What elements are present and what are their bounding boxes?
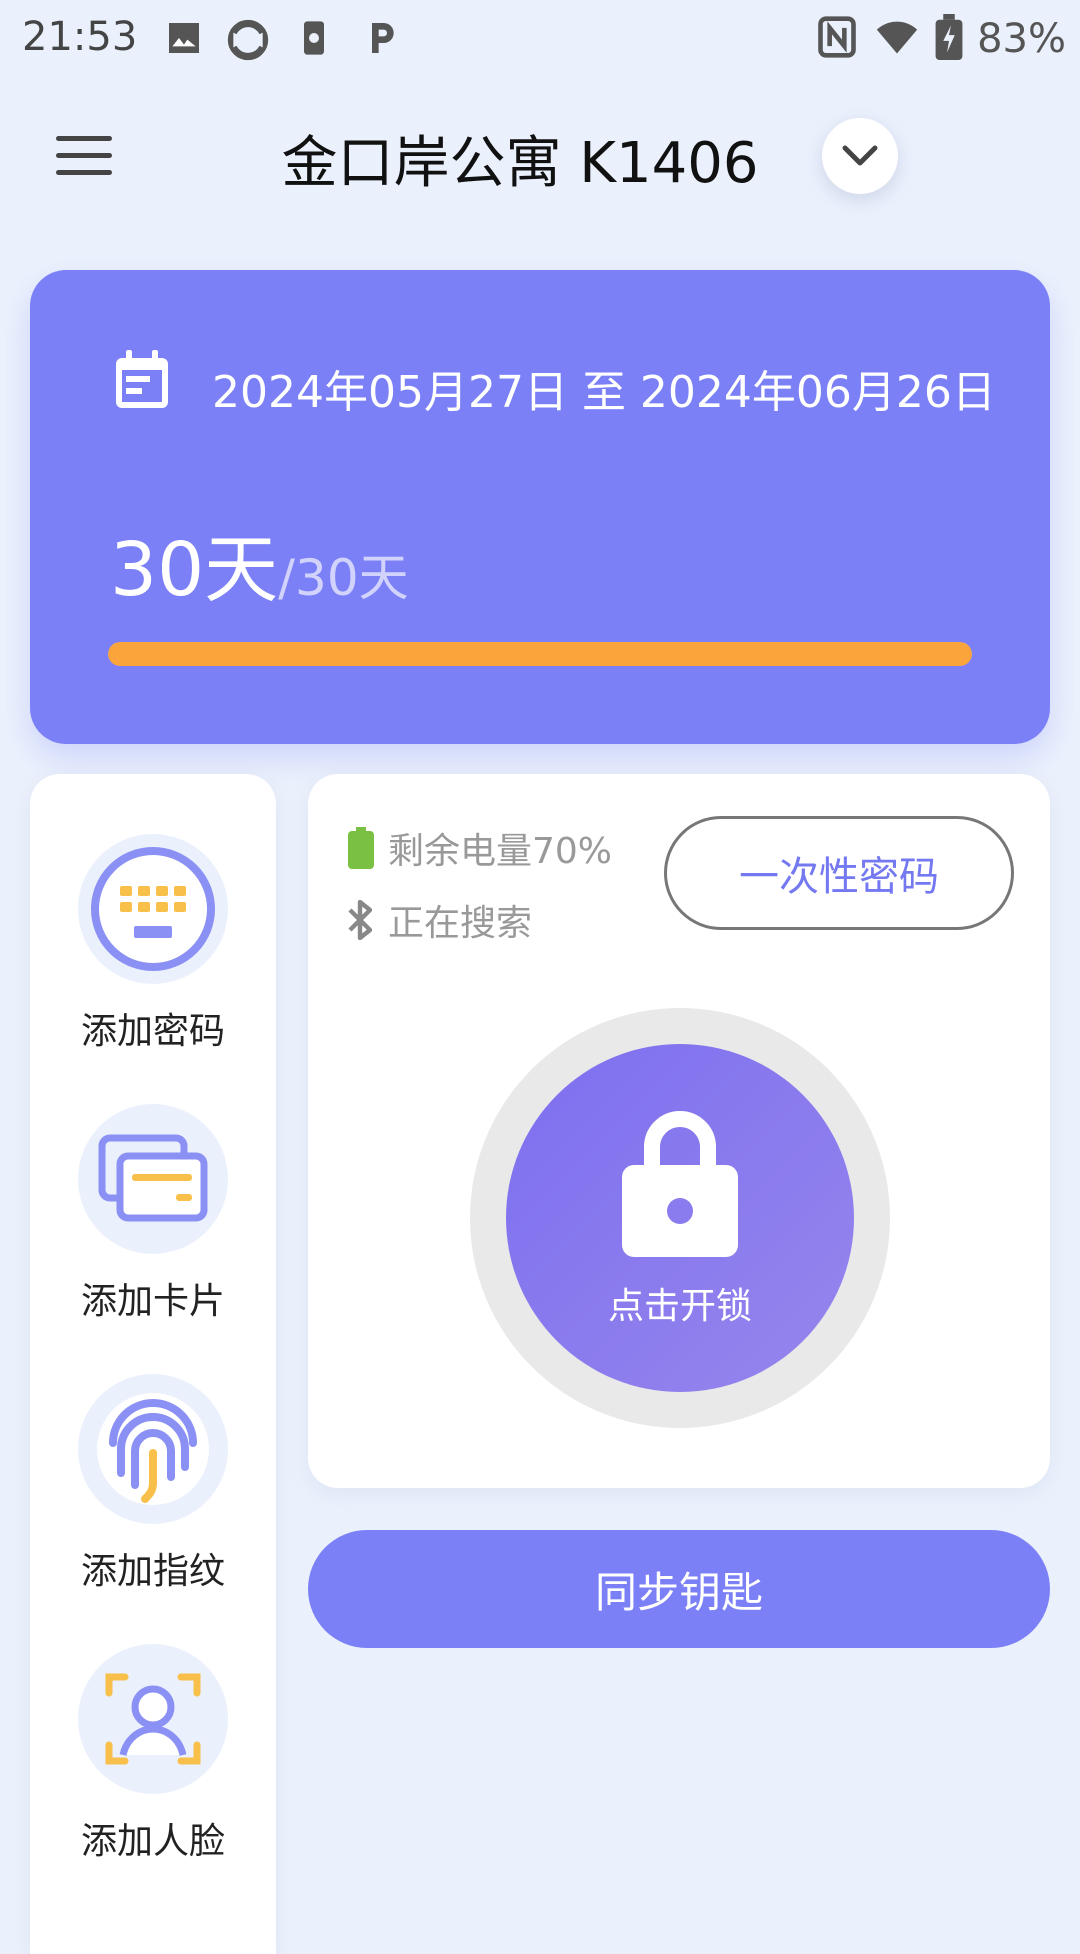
battery-percentage: 83% xyxy=(977,16,1066,62)
fingerprint-icon xyxy=(97,1393,209,1505)
face-icon xyxy=(105,1673,201,1765)
add-fingerprint-label: 添加指纹 xyxy=(80,1551,225,1592)
validity-card: 2024年05月27日 至 2024年06月26日 30天/30天 xyxy=(30,270,1050,744)
add-face-button[interactable]: 添加人脸 xyxy=(30,1644,276,1864)
card-icon xyxy=(98,1134,208,1222)
battery-text: 剩余电量70% xyxy=(388,831,613,872)
status-right: 83% xyxy=(815,14,1066,64)
add-fingerprint-button[interactable]: 添加指纹 xyxy=(30,1374,276,1594)
wifi-icon xyxy=(873,15,921,63)
days-remaining: 30天/30天 xyxy=(110,510,409,617)
add-face-label: 添加人脸 xyxy=(80,1821,225,1862)
progress-fill xyxy=(108,642,972,666)
add-card-button[interactable]: 添加卡片 xyxy=(30,1104,276,1324)
battery-icon xyxy=(348,827,374,869)
room-dropdown-button[interactable] xyxy=(822,118,898,194)
date-range: 2024年05月27日 至 2024年06月26日 xyxy=(212,367,996,418)
bluetooth-text: 正在搜索 xyxy=(388,903,533,944)
page-title: 金口岸公寓 K1406 xyxy=(281,131,759,196)
calendar-icon xyxy=(114,350,170,410)
status-time: 21:53 xyxy=(22,14,138,60)
nfc-icon xyxy=(815,15,859,63)
days-left: 30天 xyxy=(110,527,279,613)
menu-icon xyxy=(56,136,112,141)
status-bar: 21:53 83% xyxy=(0,0,1080,78)
bluetooth-icon xyxy=(348,900,372,940)
validity-progress-bar xyxy=(108,642,972,666)
battery-charging-icon xyxy=(935,14,963,64)
lock-card: 剩余电量70% 正在搜索 一次性密码 点击开锁 xyxy=(308,774,1050,1488)
sync-icon xyxy=(226,18,269,61)
bluetooth-status: 正在搜索 xyxy=(348,894,532,946)
add-password-button[interactable]: 添加密码 xyxy=(30,834,276,1054)
one-time-password-button[interactable]: 一次性密码 xyxy=(664,816,1014,930)
keypad-icon xyxy=(91,847,215,971)
lock-icon xyxy=(622,1111,738,1257)
sync-keys-button[interactable]: 同步钥匙 xyxy=(308,1530,1050,1648)
menu-button[interactable] xyxy=(56,136,112,180)
days-separator: / xyxy=(278,549,296,607)
days-total: 30天 xyxy=(295,549,409,607)
add-card-label: 添加卡片 xyxy=(80,1281,225,1322)
settings-phone-icon xyxy=(294,18,334,58)
lock-battery-status: 剩余电量70% xyxy=(348,822,612,874)
image-icon xyxy=(164,18,204,58)
chevron-down-icon xyxy=(842,145,878,166)
unlock-button[interactable]: 点击开锁 xyxy=(506,1044,854,1392)
unlock-label: 点击开锁 xyxy=(607,1286,752,1327)
action-panel: 添加密码 添加卡片 添加指纹 添加人脸 xyxy=(30,774,276,1954)
add-password-label: 添加密码 xyxy=(80,1011,225,1052)
p-icon xyxy=(362,18,402,58)
